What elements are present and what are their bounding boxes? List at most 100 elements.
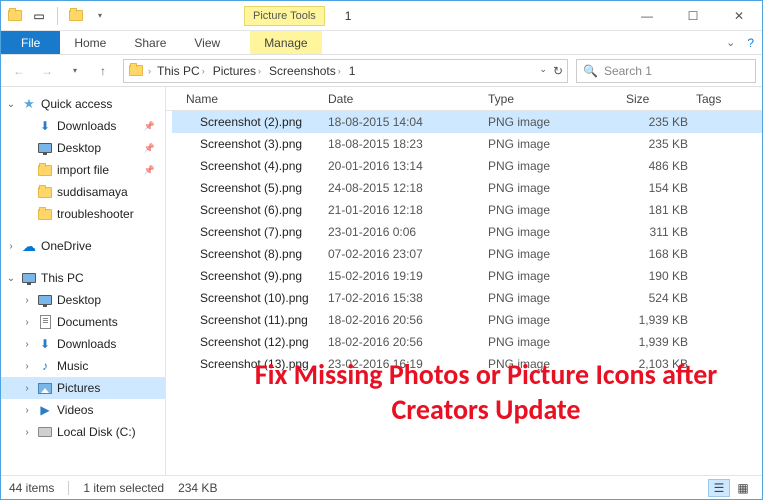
table-row[interactable]: Screenshot (10).png17-02-2016 15:38PNG i… <box>172 287 762 309</box>
up-button[interactable]: ↑ <box>91 59 115 83</box>
file-date: 20-01-2016 13:14 <box>328 159 488 173</box>
ribbon-expand-icon[interactable]: ⌄ <box>726 36 735 49</box>
file-size: 235 KB <box>626 137 696 151</box>
sidebar-item-label: OneDrive <box>41 239 92 253</box>
pictures-icon <box>37 380 53 396</box>
table-row[interactable]: Screenshot (3).png18-08-2015 18:23PNG im… <box>172 133 762 155</box>
file-type: PNG image <box>488 291 626 305</box>
file-type: PNG image <box>488 115 626 129</box>
sidebar-item-desktop-pc[interactable]: › Desktop <box>1 289 165 311</box>
file-date: 23-01-2016 0:06 <box>328 225 488 239</box>
refresh-icon[interactable]: ↻ <box>553 64 563 78</box>
file-type: PNG image <box>488 335 626 349</box>
file-size: 168 KB <box>626 247 696 261</box>
file-size: 524 KB <box>626 291 696 305</box>
sidebar-item-suddisamaya[interactable]: suddisamaya <box>1 181 165 203</box>
sidebar-item-downloads[interactable]: ⬇ Downloads <box>1 115 165 137</box>
breadcrumb[interactable]: This PC › <box>155 64 207 78</box>
expand-icon[interactable]: › <box>21 383 33 394</box>
title-bar: ▭ ▾ Picture Tools 1 — ☐ ✕ <box>1 1 762 31</box>
file-date: 18-02-2016 20:56 <box>328 313 488 327</box>
table-row[interactable]: Screenshot (2).png18-08-2015 14:04PNG im… <box>172 111 762 133</box>
sidebar-item-label: Pictures <box>57 381 100 395</box>
column-header-tags[interactable]: Tags <box>696 92 746 106</box>
videos-icon: ▶ <box>37 402 53 418</box>
expand-icon[interactable]: › <box>21 339 33 350</box>
maximize-button[interactable]: ☐ <box>670 1 716 31</box>
tab-view[interactable]: View <box>180 31 234 54</box>
expand-icon[interactable]: ⌄ <box>5 99 17 110</box>
column-header-date[interactable]: Date <box>328 92 488 106</box>
forward-button[interactable]: → <box>35 59 59 83</box>
table-row[interactable]: Screenshot (4).png20-01-2016 13:14PNG im… <box>172 155 762 177</box>
table-row[interactable]: Screenshot (11).png18-02-2016 20:56PNG i… <box>172 309 762 331</box>
address-dropdown-icon[interactable]: ⌄ <box>539 64 547 78</box>
file-name: Screenshot (2).png <box>172 115 328 129</box>
table-row[interactable]: Screenshot (7).png23-01-2016 0:06PNG ima… <box>172 221 762 243</box>
tab-home[interactable]: Home <box>60 31 120 54</box>
status-item-count: 44 items <box>9 481 54 495</box>
sidebar-item-label: Music <box>57 359 88 373</box>
search-icon: 🔍 <box>583 64 598 78</box>
details-view-button[interactable]: ☰ <box>708 479 730 497</box>
help-icon[interactable]: ? <box>747 36 754 50</box>
sidebar-item-label: Desktop <box>57 141 101 155</box>
recent-dropdown-icon[interactable]: ▾ <box>63 59 87 83</box>
close-button[interactable]: ✕ <box>716 1 762 31</box>
tab-manage[interactable]: Manage <box>250 31 321 54</box>
file-size: 154 KB <box>626 181 696 195</box>
sidebar-item-local-disk[interactable]: › Local Disk (C:) <box>1 421 165 443</box>
sidebar-item-troubleshooter[interactable]: troubleshooter <box>1 203 165 225</box>
sidebar-item-label: Videos <box>57 403 93 417</box>
sidebar-item-music[interactable]: ›♪ Music <box>1 355 165 377</box>
sidebar-item-label: Downloads <box>57 119 116 133</box>
breadcrumb[interactable]: 1 <box>347 64 358 78</box>
status-size: 234 KB <box>178 481 217 495</box>
sidebar-item-pictures[interactable]: › Pictures <box>1 377 165 399</box>
table-row[interactable]: Screenshot (9).png15-02-2016 19:19PNG im… <box>172 265 762 287</box>
sidebar-item-desktop[interactable]: Desktop <box>1 137 165 159</box>
column-header-size[interactable]: Size <box>626 92 696 106</box>
tab-file[interactable]: File <box>1 31 60 54</box>
navigation-pane: ⌄ ★ Quick access ⬇ Downloads Desktop imp… <box>1 87 166 475</box>
table-row[interactable]: Screenshot (8).png07-02-2016 23:07PNG im… <box>172 243 762 265</box>
new-folder-icon[interactable] <box>68 8 84 24</box>
expand-icon[interactable]: › <box>21 405 33 416</box>
expand-icon[interactable]: › <box>21 361 33 372</box>
table-row[interactable]: Screenshot (5).png24-08-2015 12:18PNG im… <box>172 177 762 199</box>
sidebar-item-videos[interactable]: › ▶ Videos <box>1 399 165 421</box>
expand-icon[interactable]: › <box>21 295 33 306</box>
sidebar-item-label: Documents <box>57 315 118 329</box>
address-bar[interactable]: › This PC › Pictures › Screenshots › 1 ⌄… <box>123 59 568 83</box>
table-row[interactable]: Screenshot (12).png18-02-2016 20:56PNG i… <box>172 331 762 353</box>
breadcrumb[interactable]: Screenshots › <box>267 64 343 78</box>
breadcrumb[interactable]: Pictures › <box>211 64 263 78</box>
file-date: 07-02-2016 23:07 <box>328 247 488 261</box>
sidebar-item-import-file[interactable]: import file <box>1 159 165 181</box>
back-button[interactable]: ← <box>7 59 31 83</box>
file-type: PNG image <box>488 313 626 327</box>
table-row[interactable]: Screenshot (6).png21-01-2016 12:18PNG im… <box>172 199 762 221</box>
sidebar-item-this-pc[interactable]: ⌄ This PC <box>1 267 165 289</box>
properties-icon[interactable]: ▭ <box>31 8 47 24</box>
sidebar-item-quick-access[interactable]: ⌄ ★ Quick access <box>1 93 165 115</box>
sidebar-item-documents[interactable]: › Documents <box>1 311 165 333</box>
sidebar-item-label: This PC <box>41 271 84 285</box>
expand-icon[interactable]: › <box>21 427 33 438</box>
expand-icon[interactable]: › <box>5 241 17 252</box>
column-header-name[interactable]: Name <box>172 92 328 106</box>
chevron-right-icon[interactable]: › <box>148 66 151 76</box>
collapse-icon[interactable]: ⌄ <box>5 273 17 284</box>
file-size: 181 KB <box>626 203 696 217</box>
sidebar-item-downloads-pc[interactable]: ›⬇ Downloads <box>1 333 165 355</box>
file-date: 24-08-2015 12:18 <box>328 181 488 195</box>
thumbnails-view-button[interactable]: ▦ <box>732 479 754 497</box>
qat-dropdown-icon[interactable]: ▾ <box>92 8 108 24</box>
tab-share[interactable]: Share <box>120 31 180 54</box>
column-header-type[interactable]: Type <box>488 92 626 106</box>
sidebar-item-onedrive[interactable]: › ☁ OneDrive <box>1 235 165 257</box>
search-input[interactable]: 🔍 Search 1 <box>576 59 756 83</box>
minimize-button[interactable]: — <box>624 1 670 31</box>
search-placeholder: Search 1 <box>604 64 652 78</box>
expand-icon[interactable]: › <box>21 317 33 328</box>
